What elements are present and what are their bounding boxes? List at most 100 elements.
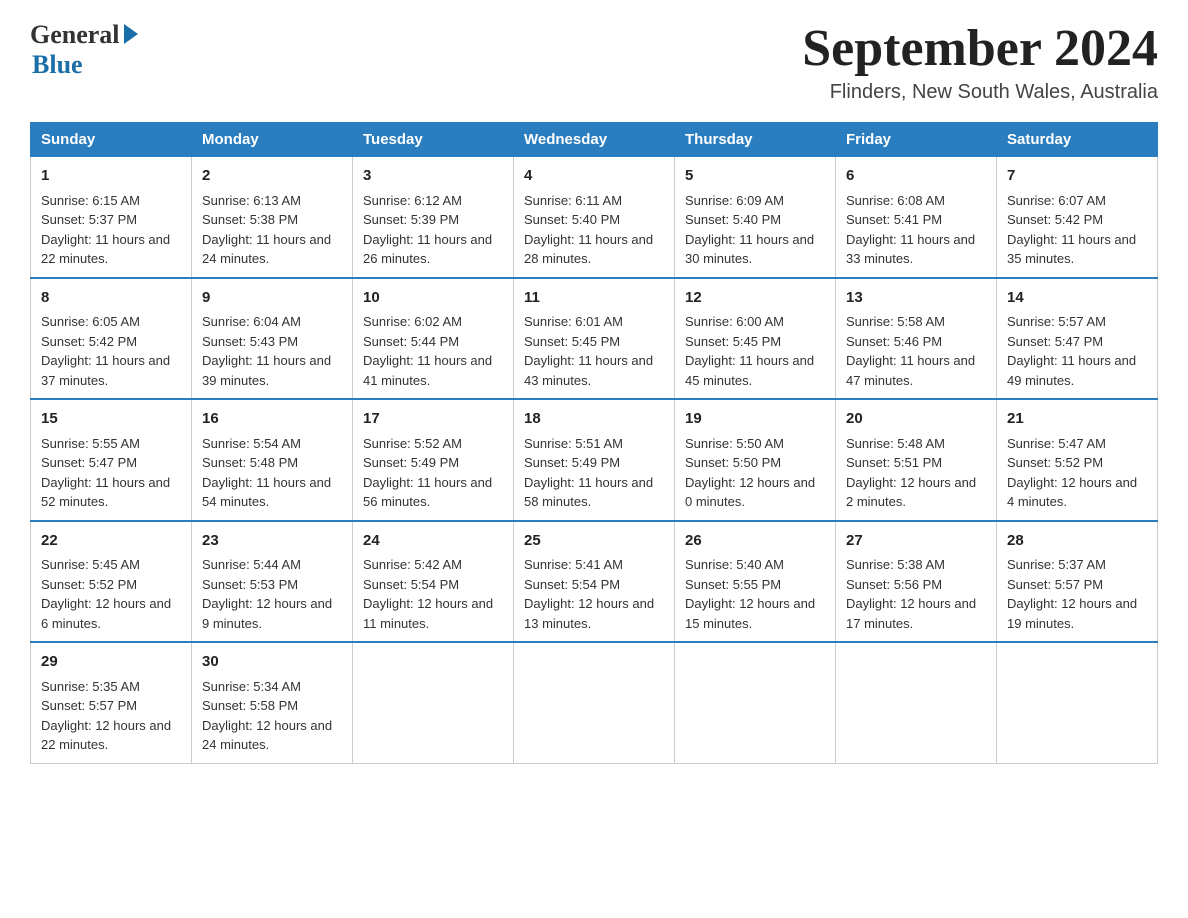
calendar-cell: 27 Sunrise: 5:38 AMSunset: 5:56 PMDayligh… bbox=[836, 521, 997, 643]
day-info: Sunrise: 5:40 AMSunset: 5:55 PMDaylight:… bbox=[685, 557, 815, 631]
calendar-cell: 9 Sunrise: 6:04 AMSunset: 5:43 PMDaylight… bbox=[192, 278, 353, 400]
header-friday: Friday bbox=[836, 123, 997, 157]
calendar-cell: 10 Sunrise: 6:02 AMSunset: 5:44 PMDayligh… bbox=[353, 278, 514, 400]
day-number: 17 bbox=[363, 408, 503, 431]
day-info: Sunrise: 5:57 AMSunset: 5:47 PMDaylight:… bbox=[1007, 314, 1136, 388]
day-info: Sunrise: 5:38 AMSunset: 5:56 PMDaylight:… bbox=[846, 557, 976, 631]
header-sunday: Sunday bbox=[31, 123, 192, 157]
calendar-cell: 29Sunrise: 5:35 AMSunset: 5:57 PMDayligh… bbox=[31, 642, 192, 763]
day-info: Sunrise: 5:51 AMSunset: 5:49 PMDaylight:… bbox=[524, 436, 653, 510]
calendar-cell: 1 Sunrise: 6:15 AMSunset: 5:37 PMDaylight… bbox=[31, 157, 192, 278]
logo-blue-text: Blue bbox=[32, 50, 83, 80]
calendar-cell: 4 Sunrise: 6:11 AMSunset: 5:40 PMDaylight… bbox=[514, 157, 675, 278]
calendar-cell: 24Sunrise: 5:42 AMSunset: 5:54 PMDayligh… bbox=[353, 521, 514, 643]
day-number: 29 bbox=[41, 651, 181, 674]
calendar-cell: 6 Sunrise: 6:08 AMSunset: 5:41 PMDaylight… bbox=[836, 157, 997, 278]
day-info: Sunrise: 5:47 AMSunset: 5:52 PMDaylight:… bbox=[1007, 436, 1137, 510]
day-number: 4 bbox=[524, 165, 664, 188]
day-number: 1 bbox=[41, 165, 181, 188]
calendar-cell: 19 Sunrise: 5:50 AMSunset: 5:50 PMDayligh… bbox=[675, 399, 836, 521]
day-number: 6 bbox=[846, 165, 986, 188]
calendar-week-4: 22 Sunrise: 5:45 AMSunset: 5:52 PMDayligh… bbox=[31, 521, 1158, 643]
day-number: 20 bbox=[846, 408, 986, 431]
calendar-cell: 21 Sunrise: 5:47 AMSunset: 5:52 PMDayligh… bbox=[997, 399, 1158, 521]
day-number: 10 bbox=[363, 287, 503, 310]
calendar-cell bbox=[514, 642, 675, 763]
calendar-cell: 30 Sunrise: 5:34 AMSunset: 5:58 PMDayligh… bbox=[192, 642, 353, 763]
day-info: Sunrise: 6:11 AMSunset: 5:40 PMDaylight:… bbox=[524, 193, 653, 267]
calendar-cell: 26 Sunrise: 5:40 AMSunset: 5:55 PMDayligh… bbox=[675, 521, 836, 643]
day-number: 12 bbox=[685, 287, 825, 310]
day-number: 3 bbox=[363, 165, 503, 188]
day-number: 28 bbox=[1007, 530, 1147, 553]
logo-general-text: General bbox=[30, 20, 120, 50]
day-info: Sunrise: 5:34 AMSunset: 5:58 PMDaylight:… bbox=[202, 679, 332, 753]
location-subtitle: Flinders, New South Wales, Australia bbox=[802, 81, 1158, 104]
calendar-cell bbox=[353, 642, 514, 763]
calendar-cell: 17 Sunrise: 5:52 AMSunset: 5:49 PMDayligh… bbox=[353, 399, 514, 521]
calendar-cell: 3 Sunrise: 6:12 AMSunset: 5:39 PMDaylight… bbox=[353, 157, 514, 278]
day-number: 23 bbox=[202, 530, 342, 553]
calendar-cell: 20 Sunrise: 5:48 AMSunset: 5:51 PMDayligh… bbox=[836, 399, 997, 521]
day-info: Sunrise: 5:50 AMSunset: 5:50 PMDaylight:… bbox=[685, 436, 815, 510]
day-number: 30 bbox=[202, 651, 342, 674]
day-number: 25 bbox=[524, 530, 664, 553]
calendar-cell: 12 Sunrise: 6:00 AMSunset: 5:45 PMDayligh… bbox=[675, 278, 836, 400]
day-number: 14 bbox=[1007, 287, 1147, 310]
calendar-cell: 11Sunrise: 6:01 AMSunset: 5:45 PMDayligh… bbox=[514, 278, 675, 400]
calendar-cell bbox=[836, 642, 997, 763]
day-number: 9 bbox=[202, 287, 342, 310]
day-number: 26 bbox=[685, 530, 825, 553]
day-number: 19 bbox=[685, 408, 825, 431]
day-number: 13 bbox=[846, 287, 986, 310]
calendar-cell: 5 Sunrise: 6:09 AMSunset: 5:40 PMDaylight… bbox=[675, 157, 836, 278]
day-number: 24 bbox=[363, 530, 503, 553]
day-info: Sunrise: 5:55 AMSunset: 5:47 PMDaylight:… bbox=[41, 436, 170, 510]
day-info: Sunrise: 6:05 AMSunset: 5:42 PMDaylight:… bbox=[41, 314, 170, 388]
month-year-title: September 2024 bbox=[802, 20, 1158, 77]
calendar-cell: 14 Sunrise: 5:57 AMSunset: 5:47 PMDayligh… bbox=[997, 278, 1158, 400]
page-header: General Blue September 2024 Flinders, Ne… bbox=[30, 20, 1158, 104]
day-info: Sunrise: 6:12 AMSunset: 5:39 PMDaylight:… bbox=[363, 193, 492, 267]
day-info: Sunrise: 5:58 AMSunset: 5:46 PMDaylight:… bbox=[846, 314, 975, 388]
calendar-cell: 25Sunrise: 5:41 AMSunset: 5:54 PMDayligh… bbox=[514, 521, 675, 643]
header-tuesday: Tuesday bbox=[353, 123, 514, 157]
day-info: Sunrise: 6:04 AMSunset: 5:43 PMDaylight:… bbox=[202, 314, 331, 388]
day-number: 22 bbox=[41, 530, 181, 553]
calendar-cell: 22 Sunrise: 5:45 AMSunset: 5:52 PMDayligh… bbox=[31, 521, 192, 643]
calendar-cell: 8 Sunrise: 6:05 AMSunset: 5:42 PMDaylight… bbox=[31, 278, 192, 400]
title-section: September 2024 Flinders, New South Wales… bbox=[802, 20, 1158, 104]
day-info: Sunrise: 5:48 AMSunset: 5:51 PMDaylight:… bbox=[846, 436, 976, 510]
day-number: 8 bbox=[41, 287, 181, 310]
day-info: Sunrise: 6:07 AMSunset: 5:42 PMDaylight:… bbox=[1007, 193, 1136, 267]
calendar-week-2: 8 Sunrise: 6:05 AMSunset: 5:42 PMDaylight… bbox=[31, 278, 1158, 400]
day-number: 2 bbox=[202, 165, 342, 188]
day-info: Sunrise: 6:13 AMSunset: 5:38 PMDaylight:… bbox=[202, 193, 331, 267]
calendar-cell bbox=[675, 642, 836, 763]
header-monday: Monday bbox=[192, 123, 353, 157]
day-number: 27 bbox=[846, 530, 986, 553]
day-info: Sunrise: 5:45 AMSunset: 5:52 PMDaylight:… bbox=[41, 557, 171, 631]
day-info: Sunrise: 6:02 AMSunset: 5:44 PMDaylight:… bbox=[363, 314, 492, 388]
calendar-cell: 16 Sunrise: 5:54 AMSunset: 5:48 PMDayligh… bbox=[192, 399, 353, 521]
day-number: 21 bbox=[1007, 408, 1147, 431]
day-number: 5 bbox=[685, 165, 825, 188]
calendar-cell: 23Sunrise: 5:44 AMSunset: 5:53 PMDayligh… bbox=[192, 521, 353, 643]
header-saturday: Saturday bbox=[997, 123, 1158, 157]
day-info: Sunrise: 6:09 AMSunset: 5:40 PMDaylight:… bbox=[685, 193, 814, 267]
day-info: Sunrise: 6:15 AMSunset: 5:37 PMDaylight:… bbox=[41, 193, 170, 267]
calendar-week-1: 1 Sunrise: 6:15 AMSunset: 5:37 PMDaylight… bbox=[31, 157, 1158, 278]
day-info: Sunrise: 5:52 AMSunset: 5:49 PMDaylight:… bbox=[363, 436, 492, 510]
calendar-week-3: 15 Sunrise: 5:55 AMSunset: 5:47 PMDayligh… bbox=[31, 399, 1158, 521]
header-thursday: Thursday bbox=[675, 123, 836, 157]
day-info: Sunrise: 6:00 AMSunset: 5:45 PMDaylight:… bbox=[685, 314, 814, 388]
calendar-cell: 28Sunrise: 5:37 AMSunset: 5:57 PMDayligh… bbox=[997, 521, 1158, 643]
day-number: 11 bbox=[524, 287, 664, 310]
day-info: Sunrise: 5:54 AMSunset: 5:48 PMDaylight:… bbox=[202, 436, 331, 510]
calendar-cell: 15 Sunrise: 5:55 AMSunset: 5:47 PMDayligh… bbox=[31, 399, 192, 521]
calendar-table: SundayMondayTuesdayWednesdayThursdayFrid… bbox=[30, 122, 1158, 764]
day-number: 15 bbox=[41, 408, 181, 431]
logo: General Blue bbox=[30, 20, 138, 80]
day-number: 16 bbox=[202, 408, 342, 431]
day-info: Sunrise: 6:08 AMSunset: 5:41 PMDaylight:… bbox=[846, 193, 975, 267]
